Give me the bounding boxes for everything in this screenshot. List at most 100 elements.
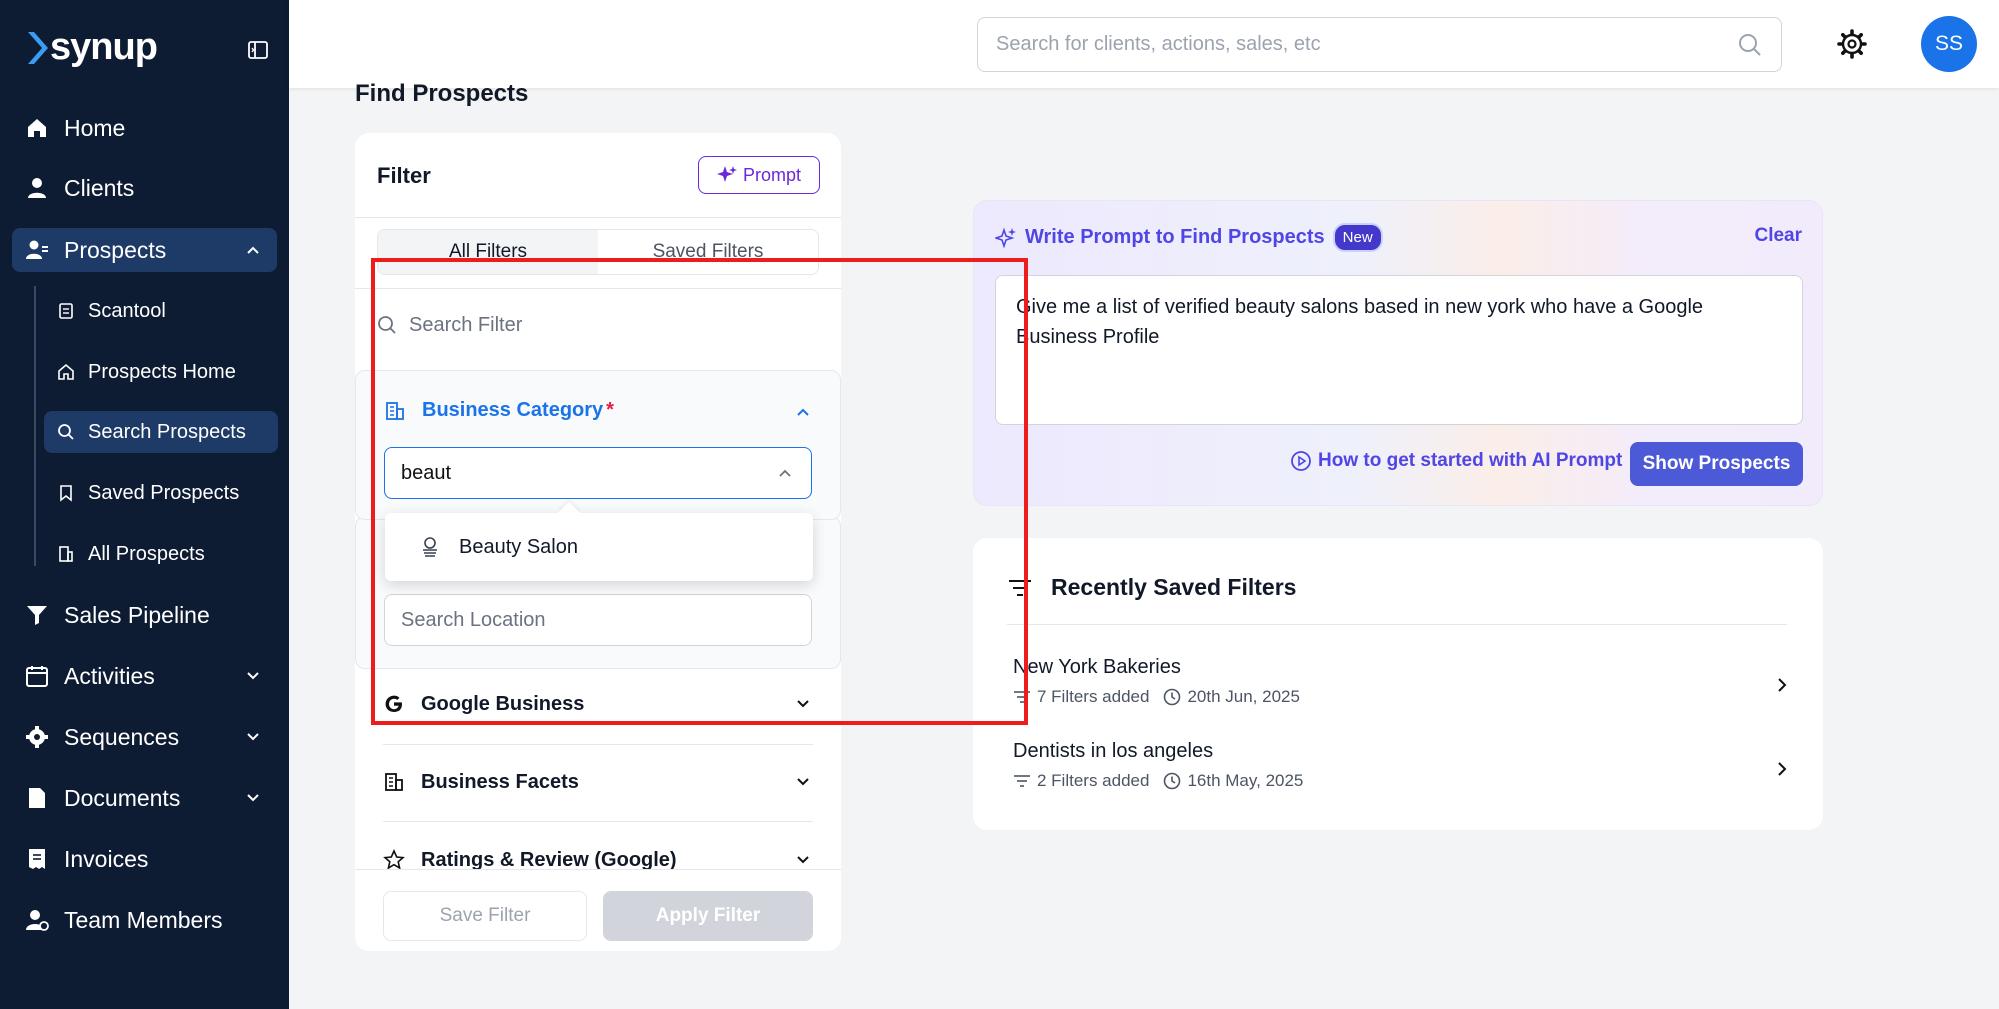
sidebar-subitem-all-prospects[interactable]: All Prospects (44, 533, 278, 575)
prompt-button[interactable]: Prompt (698, 156, 820, 194)
filter-lines-icon (1014, 775, 1030, 787)
page-title: Find Prospects (355, 80, 529, 107)
sidebar-subitem-prospects-home[interactable]: Prospects Home (44, 351, 278, 393)
sidebar-item-clients[interactable]: Clients (12, 166, 277, 210)
chevron-down-icon (247, 794, 259, 802)
sidebar-collapse-icon[interactable] (246, 38, 270, 62)
sidebar-item-team-members[interactable]: Team Members (12, 898, 277, 942)
building-icon (386, 401, 404, 420)
saved-filter-row[interactable]: Dentists in los angeles 2 Filters added … (1013, 740, 1793, 806)
brand-name: synup (50, 26, 158, 68)
filter-lines-icon (1014, 691, 1030, 703)
business-category-input[interactable] (401, 461, 775, 485)
sidebar-subitem-scantool[interactable]: Scantool (44, 290, 278, 332)
sparkle-icon (995, 226, 1016, 249)
clock-icon (1164, 688, 1181, 706)
chevron-down-icon (797, 778, 809, 786)
filter-lines-icon (1009, 579, 1031, 596)
prompt-textarea[interactable]: Give me a list of verified beauty salons… (995, 275, 1803, 425)
saved-filter-meta: 2 Filters added 16th May, 2025 (1013, 771, 1793, 791)
saved-filter-name: New York Bakeries (1013, 656, 1181, 678)
divider (383, 744, 813, 745)
divider (383, 821, 813, 822)
submenu-guide-line (34, 286, 36, 566)
topbar: SS (289, 0, 1999, 88)
sidebar-item-activities[interactable]: Activities (12, 654, 277, 698)
location-search-box[interactable] (384, 594, 812, 646)
scan-icon (56, 301, 76, 321)
home-outline-icon (56, 362, 76, 382)
sidebar-subitem-label: Prospects Home (88, 360, 236, 383)
divider (355, 217, 841, 218)
google-icon (385, 695, 402, 712)
sidebar-item-sequences[interactable]: Sequences (12, 715, 277, 759)
sidebar-item-home[interactable]: Home (12, 106, 277, 150)
building-icon (385, 773, 403, 791)
calendar-icon (24, 663, 50, 689)
sidebar-subitem-search-prospects[interactable]: Search Prospects (44, 411, 278, 453)
location-search-input[interactable] (401, 608, 795, 632)
star-icon (383, 849, 405, 870)
funnel-icon (24, 602, 50, 628)
sparkle-icon (716, 166, 737, 182)
business-category-header[interactable]: Business Category * (384, 399, 614, 422)
save-filter-button[interactable]: Save Filter (383, 891, 587, 941)
sidebar-item-label: Activities (64, 662, 155, 689)
settings-gear-icon[interactable] (1836, 28, 1868, 60)
saved-filter-date: 20th Jun, 2025 (1187, 687, 1300, 706)
clear-link[interactable]: Clear (1754, 225, 1802, 247)
filter-search-box[interactable] (377, 303, 817, 347)
user-avatar[interactable]: SS (1921, 16, 1977, 72)
tab-all-filters[interactable]: All Filters (378, 230, 598, 274)
saved-filter-count: 2 Filters added (1037, 771, 1150, 790)
saved-filter-row[interactable]: New York Bakeries 7 Filters added 20th J… (1013, 656, 1793, 722)
sidebar-item-label: Clients (64, 174, 135, 201)
apply-filter-button[interactable]: Apply Filter (603, 891, 813, 941)
how-to-label: How to get started with AI Prompt (1318, 450, 1623, 471)
search-icon[interactable] (1737, 32, 1763, 58)
chevron-down-icon (247, 733, 259, 741)
saved-filter-meta: 7 Filters added 20th Jun, 2025 (1013, 687, 1793, 707)
sidebar-item-label: Sales Pipeline (64, 601, 210, 628)
tab-saved-filters[interactable]: Saved Filters (598, 230, 818, 274)
accordion-business-facets[interactable]: Business Facets (383, 762, 813, 802)
how-to-get-started-link[interactable]: How to get started with AI Prompt (1290, 450, 1622, 472)
sidebar-item-label: Team Members (64, 906, 223, 933)
play-circle-icon (1291, 451, 1311, 471)
saved-filter-date: 16th May, 2025 (1187, 771, 1304, 790)
sidebar-item-documents[interactable]: Documents (12, 776, 277, 820)
global-search-box[interactable] (977, 17, 1782, 72)
prompt-card-title: Write Prompt to Find Prospects New (995, 223, 1383, 252)
logo-chevron-icon (28, 31, 48, 64)
synup-logo[interactable]: synup (26, 26, 158, 69)
business-category-combobox[interactable] (384, 447, 812, 499)
new-badge: New (1332, 223, 1383, 252)
accordion-label: Google Business (421, 692, 585, 715)
sidebar-item-label: Invoices (64, 845, 149, 872)
sidebar-subitem-label: Scantool (88, 299, 166, 322)
sidebar-item-invoices[interactable]: Invoices (12, 837, 277, 881)
global-search-input[interactable] (996, 33, 1737, 56)
recent-title: Recently Saved Filters (1051, 574, 1297, 600)
sidebar-item-label: Documents (64, 784, 181, 811)
sidebar-subitem-saved-prospects[interactable]: Saved Prospects (44, 472, 278, 514)
prompt-card-title-text: Write Prompt to Find Prospects (1025, 226, 1325, 248)
chevron-right-icon[interactable] (1771, 758, 1793, 780)
accordion-google-business[interactable]: Google Business (383, 684, 813, 724)
chevron-up-icon[interactable] (792, 401, 814, 423)
users-icon (24, 237, 50, 263)
user-icon (24, 175, 50, 201)
accordion-label: Business Facets (421, 770, 579, 793)
category-suggestion-item[interactable]: Beauty Salon (385, 501, 813, 581)
sidebar-item-label: Home (64, 114, 126, 141)
chevron-up-icon[interactable] (775, 463, 795, 483)
team-icon (24, 907, 50, 933)
divider (355, 869, 841, 870)
show-prospects-button[interactable]: Show Prospects (1630, 442, 1803, 486)
sidebar-item-prospects[interactable]: Prospects (12, 228, 277, 272)
bookmark-icon (56, 483, 76, 503)
chevron-right-icon[interactable] (1771, 674, 1793, 696)
filter-search-input[interactable] (409, 313, 817, 337)
filter-tabs: All Filters Saved Filters (377, 229, 819, 275)
sidebar-item-sales-pipeline[interactable]: Sales Pipeline (12, 593, 277, 637)
